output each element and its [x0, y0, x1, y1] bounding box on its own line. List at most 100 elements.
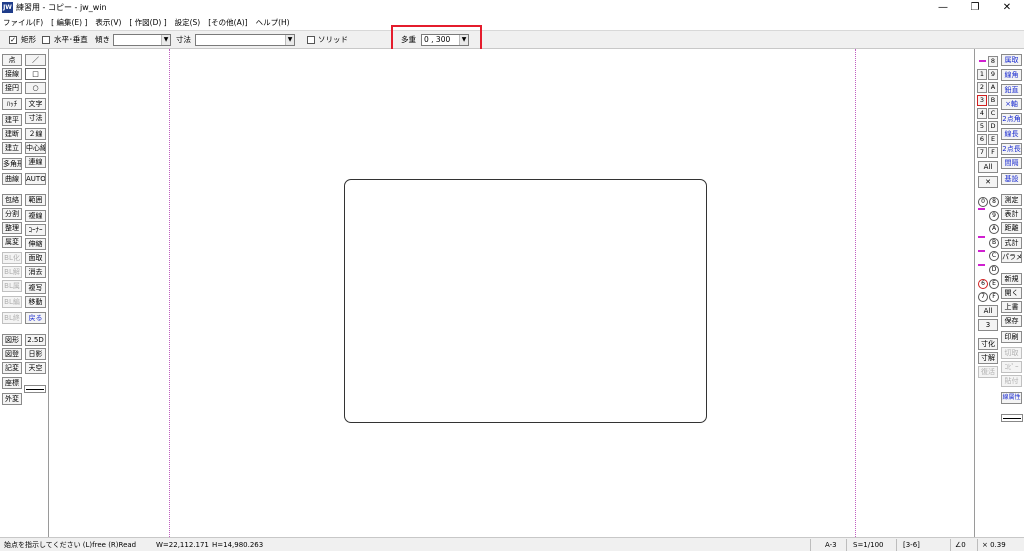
- dimension-combo[interactable]: ▼: [195, 34, 295, 46]
- tool-sun-shadow[interactable]: 日影: [25, 348, 46, 360]
- layer-all[interactable]: All: [978, 305, 998, 317]
- tool-block-create[interactable]: BL化: [2, 252, 22, 264]
- tool-building-elevation[interactable]: 建立: [2, 142, 22, 154]
- tool-overwrite[interactable]: 上書: [1001, 301, 1022, 313]
- tool-vertical[interactable]: 鉛直: [1001, 84, 1022, 96]
- rect-checkbox[interactable]: ✓: [9, 36, 17, 44]
- tool-hatch[interactable]: ﾊｯﾁ: [2, 98, 22, 110]
- status-zoom[interactable]: × 0.39: [982, 540, 1006, 550]
- tool-line-angle[interactable]: 線角: [1001, 69, 1022, 81]
- tool-line-length[interactable]: 線長: [1001, 128, 1022, 140]
- tool-building-section[interactable]: 建断: [2, 128, 22, 140]
- angle-combo[interactable]: ▼: [113, 34, 171, 46]
- tool-block-edit[interactable]: BL編: [2, 296, 22, 308]
- tool-undo[interactable]: 戻る: [25, 312, 46, 324]
- tool-building-plan[interactable]: 建平: [2, 114, 22, 126]
- layer-group-5[interactable]: 5: [977, 121, 987, 132]
- tool-stretch[interactable]: 伸縮: [25, 238, 46, 250]
- layer-d[interactable]: D: [989, 265, 999, 275]
- tool-new[interactable]: 新規: [1001, 273, 1022, 285]
- tool-double-line[interactable]: ２線: [25, 128, 46, 140]
- layer-number[interactable]: 3: [978, 319, 998, 331]
- tool-external-change[interactable]: 外変: [2, 393, 22, 405]
- layer-a[interactable]: A: [989, 224, 999, 234]
- close-button[interactable]: ✕: [992, 0, 1022, 15]
- tool-tangent-circle[interactable]: 接円: [2, 82, 22, 94]
- tool-measure[interactable]: 測定: [1001, 194, 1022, 206]
- tool-coordinates[interactable]: 座標: [2, 377, 22, 389]
- tool-block-end[interactable]: BL終: [2, 312, 22, 324]
- tool-corner[interactable]: ｺｰﾅｰ: [25, 224, 46, 236]
- tool-circle[interactable]: ○: [25, 82, 46, 94]
- tool-move[interactable]: 移動: [25, 296, 46, 308]
- rounded-rectangle-shape[interactable]: [344, 179, 707, 423]
- tool-figure-register[interactable]: 図登: [2, 348, 22, 360]
- layer-0[interactable]: 0: [978, 197, 988, 207]
- status-paper-size[interactable]: A-3: [825, 540, 837, 550]
- tool-x-axis[interactable]: ×軸: [1001, 98, 1022, 110]
- layer-group-all[interactable]: All: [978, 161, 998, 173]
- tool-table-calc[interactable]: 表計: [1001, 208, 1022, 220]
- tool-rectangle[interactable]: □: [25, 68, 46, 80]
- status-angle[interactable]: ∠0: [955, 540, 966, 550]
- layer-group-b[interactable]: B: [988, 95, 998, 106]
- layer-group-8[interactable]: 8: [988, 56, 998, 67]
- layer-group-4[interactable]: 4: [977, 108, 987, 119]
- tool-attribute-change[interactable]: 属変: [2, 236, 22, 248]
- tool-range[interactable]: 範囲: [25, 194, 46, 206]
- tool-two-point-length[interactable]: 2点長: [1001, 143, 1022, 155]
- tool-sky[interactable]: 天空: [25, 362, 46, 374]
- layer-9[interactable]: 9: [989, 211, 999, 221]
- tool-print[interactable]: 印刷: [1001, 331, 1022, 343]
- tool-note-change[interactable]: 記変: [2, 362, 22, 374]
- layer-group-a[interactable]: A: [988, 82, 998, 93]
- tool-figure[interactable]: 図形: [2, 334, 22, 346]
- tool-attribute-get[interactable]: 属取: [1001, 54, 1022, 66]
- tool-dimension-convert[interactable]: 寸化: [978, 338, 998, 350]
- tool-polygon[interactable]: 多角形: [2, 158, 22, 170]
- layer-6[interactable]: 6: [978, 279, 988, 289]
- layer-8[interactable]: 8: [989, 197, 999, 207]
- tool-center-line[interactable]: 中心線: [25, 142, 46, 154]
- layer-group-f[interactable]: F: [988, 147, 998, 158]
- tool-line[interactable]: ／: [25, 54, 46, 66]
- tool-curve[interactable]: 曲線: [2, 173, 22, 185]
- tool-interval[interactable]: 間隔: [1001, 157, 1022, 169]
- tool-cleanup[interactable]: 整理: [2, 222, 22, 234]
- menu-file[interactable]: ファイル(F): [3, 17, 43, 28]
- layer-group-d[interactable]: D: [988, 121, 998, 132]
- tool-divide[interactable]: 分割: [2, 208, 22, 220]
- status-scale[interactable]: S=1/100: [853, 540, 883, 550]
- layer-group-6[interactable]: 6: [977, 134, 987, 145]
- tool-dimension-explode[interactable]: 寸解: [978, 352, 998, 364]
- tool-open[interactable]: 開く: [1001, 287, 1022, 299]
- hv-checkbox[interactable]: [42, 36, 50, 44]
- layer-group-c[interactable]: C: [988, 108, 998, 119]
- tool-cut[interactable]: 切取: [1001, 347, 1022, 359]
- layer-c[interactable]: C: [989, 251, 999, 261]
- tool-erase[interactable]: 消去: [25, 266, 46, 278]
- menu-other[interactable]: [その他(A)]: [208, 17, 247, 28]
- menu-edit[interactable]: [ 編集(E) ]: [51, 17, 87, 28]
- tool-block-explode[interactable]: BL解: [2, 266, 22, 278]
- tool-chamfer[interactable]: 面取: [25, 252, 46, 264]
- tool-block-attribute[interactable]: BL属: [2, 280, 22, 292]
- layer-f[interactable]: F: [989, 292, 999, 302]
- tool-text[interactable]: 文字: [25, 98, 46, 110]
- tool-two-point-angle[interactable]: 2点角: [1001, 113, 1022, 125]
- tool-line-attribute[interactable]: 線属性: [1001, 392, 1022, 404]
- layer-group-3[interactable]: 3: [977, 95, 987, 106]
- drawing-canvas[interactable]: [48, 49, 975, 537]
- minimize-button[interactable]: —: [928, 0, 958, 15]
- tool-auto[interactable]: AUTO: [25, 173, 46, 185]
- layer-7[interactable]: 7: [978, 292, 988, 302]
- solid-checkbox[interactable]: [307, 36, 315, 44]
- menu-settings[interactable]: 設定(S): [175, 17, 201, 28]
- tool-save[interactable]: 保存: [1001, 315, 1022, 327]
- tool-distance[interactable]: 距離: [1001, 222, 1022, 234]
- line-attribute-swatch[interactable]: [1001, 414, 1023, 422]
- layer-group-1[interactable]: 1: [977, 69, 987, 80]
- menu-help[interactable]: ヘルプ(H): [256, 17, 290, 28]
- tool-paste[interactable]: 貼付: [1001, 375, 1022, 387]
- tool-tangent-line[interactable]: 接線: [2, 68, 22, 80]
